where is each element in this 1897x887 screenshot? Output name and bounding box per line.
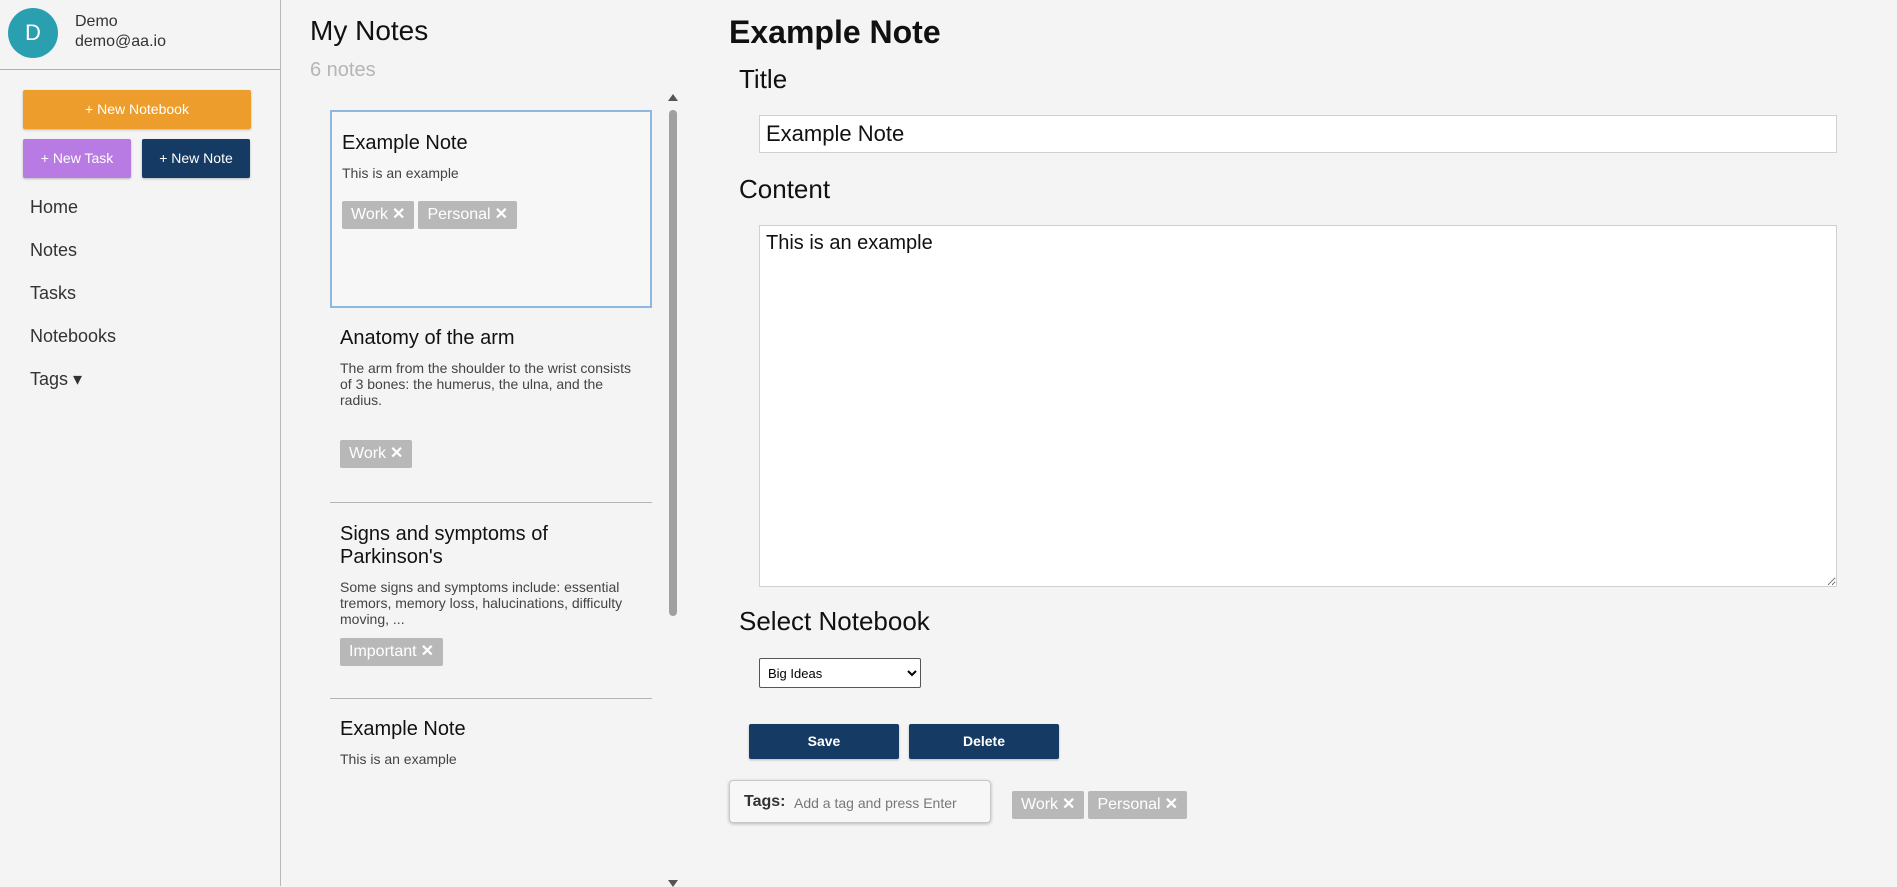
notes-scrollbar[interactable] (668, 94, 678, 887)
note-tags: Important ✕ (340, 638, 447, 666)
new-task-button[interactable]: + New Task (23, 139, 131, 178)
new-note-button[interactable]: + New Note (142, 139, 250, 178)
tag-label: Important (349, 643, 417, 660)
note-excerpt: This is an example (340, 751, 457, 767)
nav-item-tags[interactable]: Tags ▾ (30, 369, 82, 390)
delete-button[interactable]: Delete (909, 724, 1059, 759)
note-excerpt: The arm from the shoulder to the wrist c… (340, 360, 631, 408)
nav-item-notes[interactable]: Notes (30, 240, 77, 261)
note-title: Anatomy of the arm (340, 327, 515, 349)
note-excerpt: Some signs and symptoms include: essenti… (340, 579, 623, 627)
user-name: Demo (75, 13, 118, 30)
tag-label: Work (1021, 796, 1059, 813)
tag-chip: Important ✕ (340, 638, 443, 666)
content-label: Content (739, 174, 831, 204)
tag-chip: Work ✕ (340, 440, 413, 468)
tag-label: Personal (1097, 796, 1161, 813)
tag-label: Work (351, 206, 389, 223)
title-label: Title (739, 64, 788, 94)
note-excerpt: This is an example (342, 165, 459, 181)
avatar[interactable]: D (8, 8, 58, 58)
remove-tag-icon[interactable]: ✕ (495, 206, 508, 223)
nav-item-notebooks[interactable]: Notebooks (30, 326, 116, 347)
tag-chip: Work ✕ (342, 201, 415, 229)
note-card[interactable]: Signs and symptoms of Parkinson's Some s… (330, 503, 652, 699)
remove-tag-icon[interactable]: ✕ (1165, 796, 1178, 813)
nav-item-home[interactable]: Home (30, 197, 78, 218)
note-card[interactable]: Example Note This is an example Work ✕ Per… (330, 110, 652, 308)
nav-item-tasks[interactable]: Tasks (30, 283, 76, 304)
user-panel: D Demo demo@aa.io (0, 0, 280, 70)
remove-tag-icon[interactable]: ✕ (1062, 796, 1075, 813)
tag-chip: Personal ✕ (1088, 791, 1188, 819)
notes-list-title: My Notes (310, 15, 429, 46)
new-notebook-button[interactable]: + New Notebook (23, 90, 251, 129)
note-tags: Work ✕ Personal ✕ (342, 201, 521, 229)
note-title: Example Note (342, 132, 468, 154)
scroll-up-arrow-icon[interactable] (668, 94, 678, 101)
note-tags: Work ✕ (340, 440, 416, 468)
tag-chip: Personal ✕ (418, 201, 518, 229)
notebook-select[interactable]: Big Ideas (759, 658, 921, 688)
tag-label: Work (349, 445, 387, 462)
tag-input-box: Tags: (729, 780, 991, 823)
tag-chip: Work ✕ (1012, 791, 1085, 819)
sidebar: D Demo demo@aa.io + New Notebook + New T… (0, 0, 281, 886)
tag-label: Personal (427, 206, 491, 223)
editor-tags: Work ✕ Personal ✕ (1012, 791, 1191, 819)
remove-tag-icon[interactable]: ✕ (421, 643, 434, 660)
save-button[interactable]: Save (749, 724, 899, 759)
note-title: Example Note (340, 718, 466, 740)
tag-input[interactable] (792, 790, 986, 816)
notes-list: Example Note This is an example Work ✕ Per… (330, 110, 652, 886)
title-input[interactable] (759, 115, 1837, 153)
remove-tag-icon[interactable]: ✕ (392, 206, 405, 223)
tags-label: Tags: (744, 793, 786, 810)
note-title: Signs and symptoms of Parkinson's (340, 523, 548, 568)
notes-count: 6 notes (310, 59, 376, 81)
scroll-thumb[interactable] (669, 110, 677, 616)
editor-heading: Example Note (729, 14, 941, 50)
remove-tag-icon[interactable]: ✕ (390, 445, 403, 462)
note-card[interactable]: Anatomy of the arm The arm from the shou… (330, 308, 652, 504)
user-email: demo@aa.io (75, 33, 166, 50)
content-textarea[interactable]: This is an example (759, 225, 1837, 587)
note-card[interactable]: Example Note This is an example (330, 699, 652, 819)
select-notebook-label: Select Notebook (739, 606, 930, 636)
